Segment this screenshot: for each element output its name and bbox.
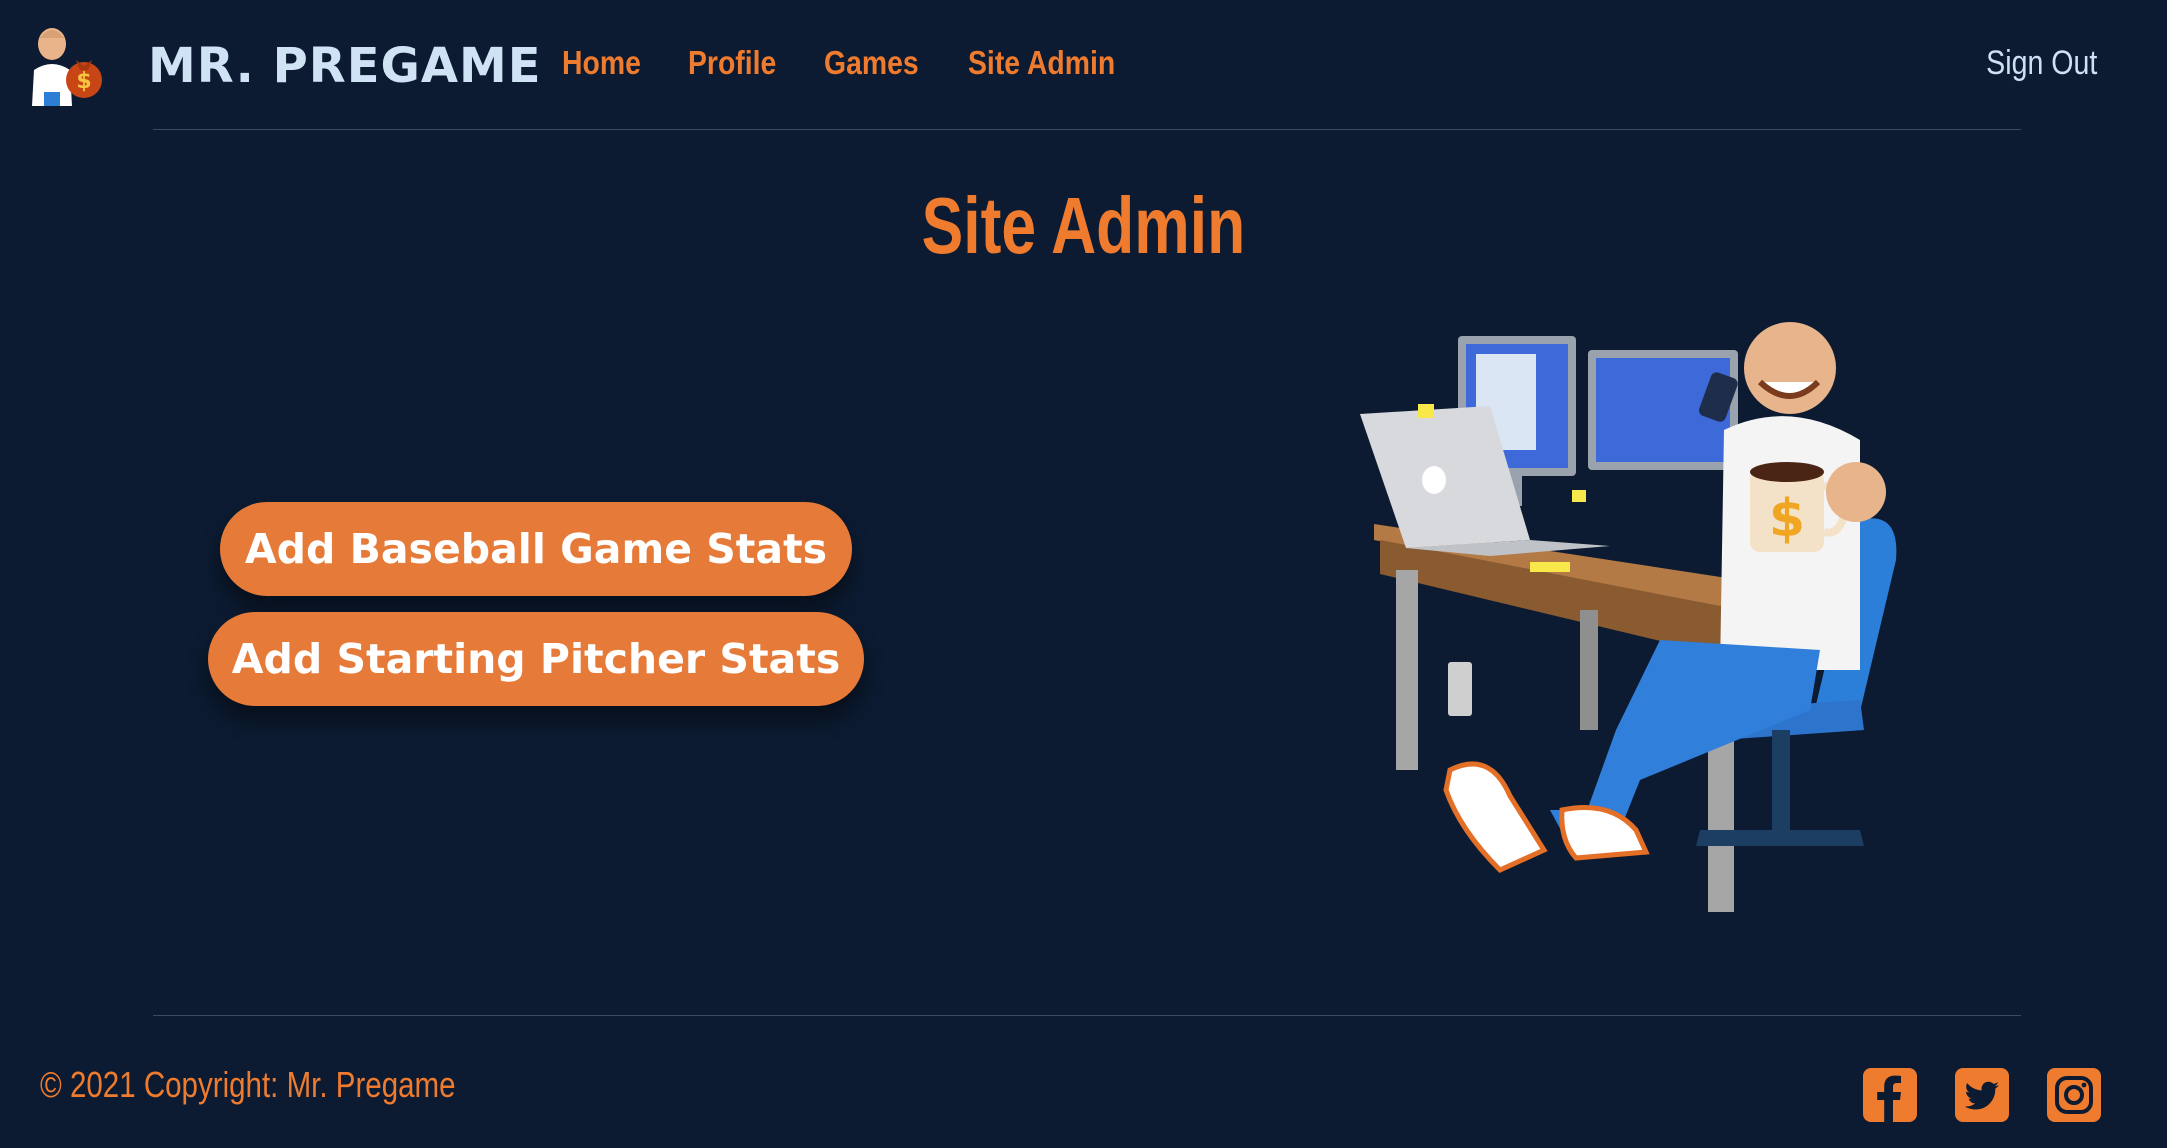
copyright-text: © 2021 Copyright: Mr. Pregame	[40, 1064, 547, 1106]
brand-name[interactable]: MR. PREGAME	[148, 38, 542, 94]
nav-profile-link[interactable]: Profile	[688, 44, 776, 82]
nav-games-link[interactable]: Games	[824, 44, 919, 82]
copyright-label: © 2021 Copyright: Mr. Pregame	[40, 1064, 456, 1105]
add-starting-pitcher-stats-button[interactable]: Add Starting Pitcher Stats	[208, 612, 864, 706]
sign-out-link[interactable]: Sign Out	[1986, 44, 2097, 83]
header-divider	[153, 129, 2021, 130]
main-nav: Home Profile Games Site Admin	[562, 44, 1140, 82]
facebook-icon[interactable]	[1863, 1068, 1917, 1122]
twitter-icon[interactable]	[1955, 1068, 2009, 1122]
mascot-logo-icon[interactable]: $	[18, 14, 110, 106]
add-baseball-game-stats-button[interactable]: Add Baseball Game Stats	[220, 502, 852, 596]
svg-text:$: $	[76, 69, 91, 94]
mascot-at-desk-illustration: $	[1360, 322, 1897, 912]
footer-divider	[153, 1015, 2021, 1016]
svg-text:$: $	[1769, 489, 1805, 549]
nav-home-link[interactable]: Home	[562, 44, 641, 82]
nav-site-admin-link[interactable]: Site Admin	[968, 44, 1115, 82]
page-title: Site Admin	[0, 180, 2167, 272]
navbar: $ MR. PREGAME Home Profile Games Site Ad…	[0, 0, 2167, 130]
instagram-icon[interactable]	[2047, 1068, 2101, 1122]
page-title-text: Site Admin	[921, 181, 1246, 270]
